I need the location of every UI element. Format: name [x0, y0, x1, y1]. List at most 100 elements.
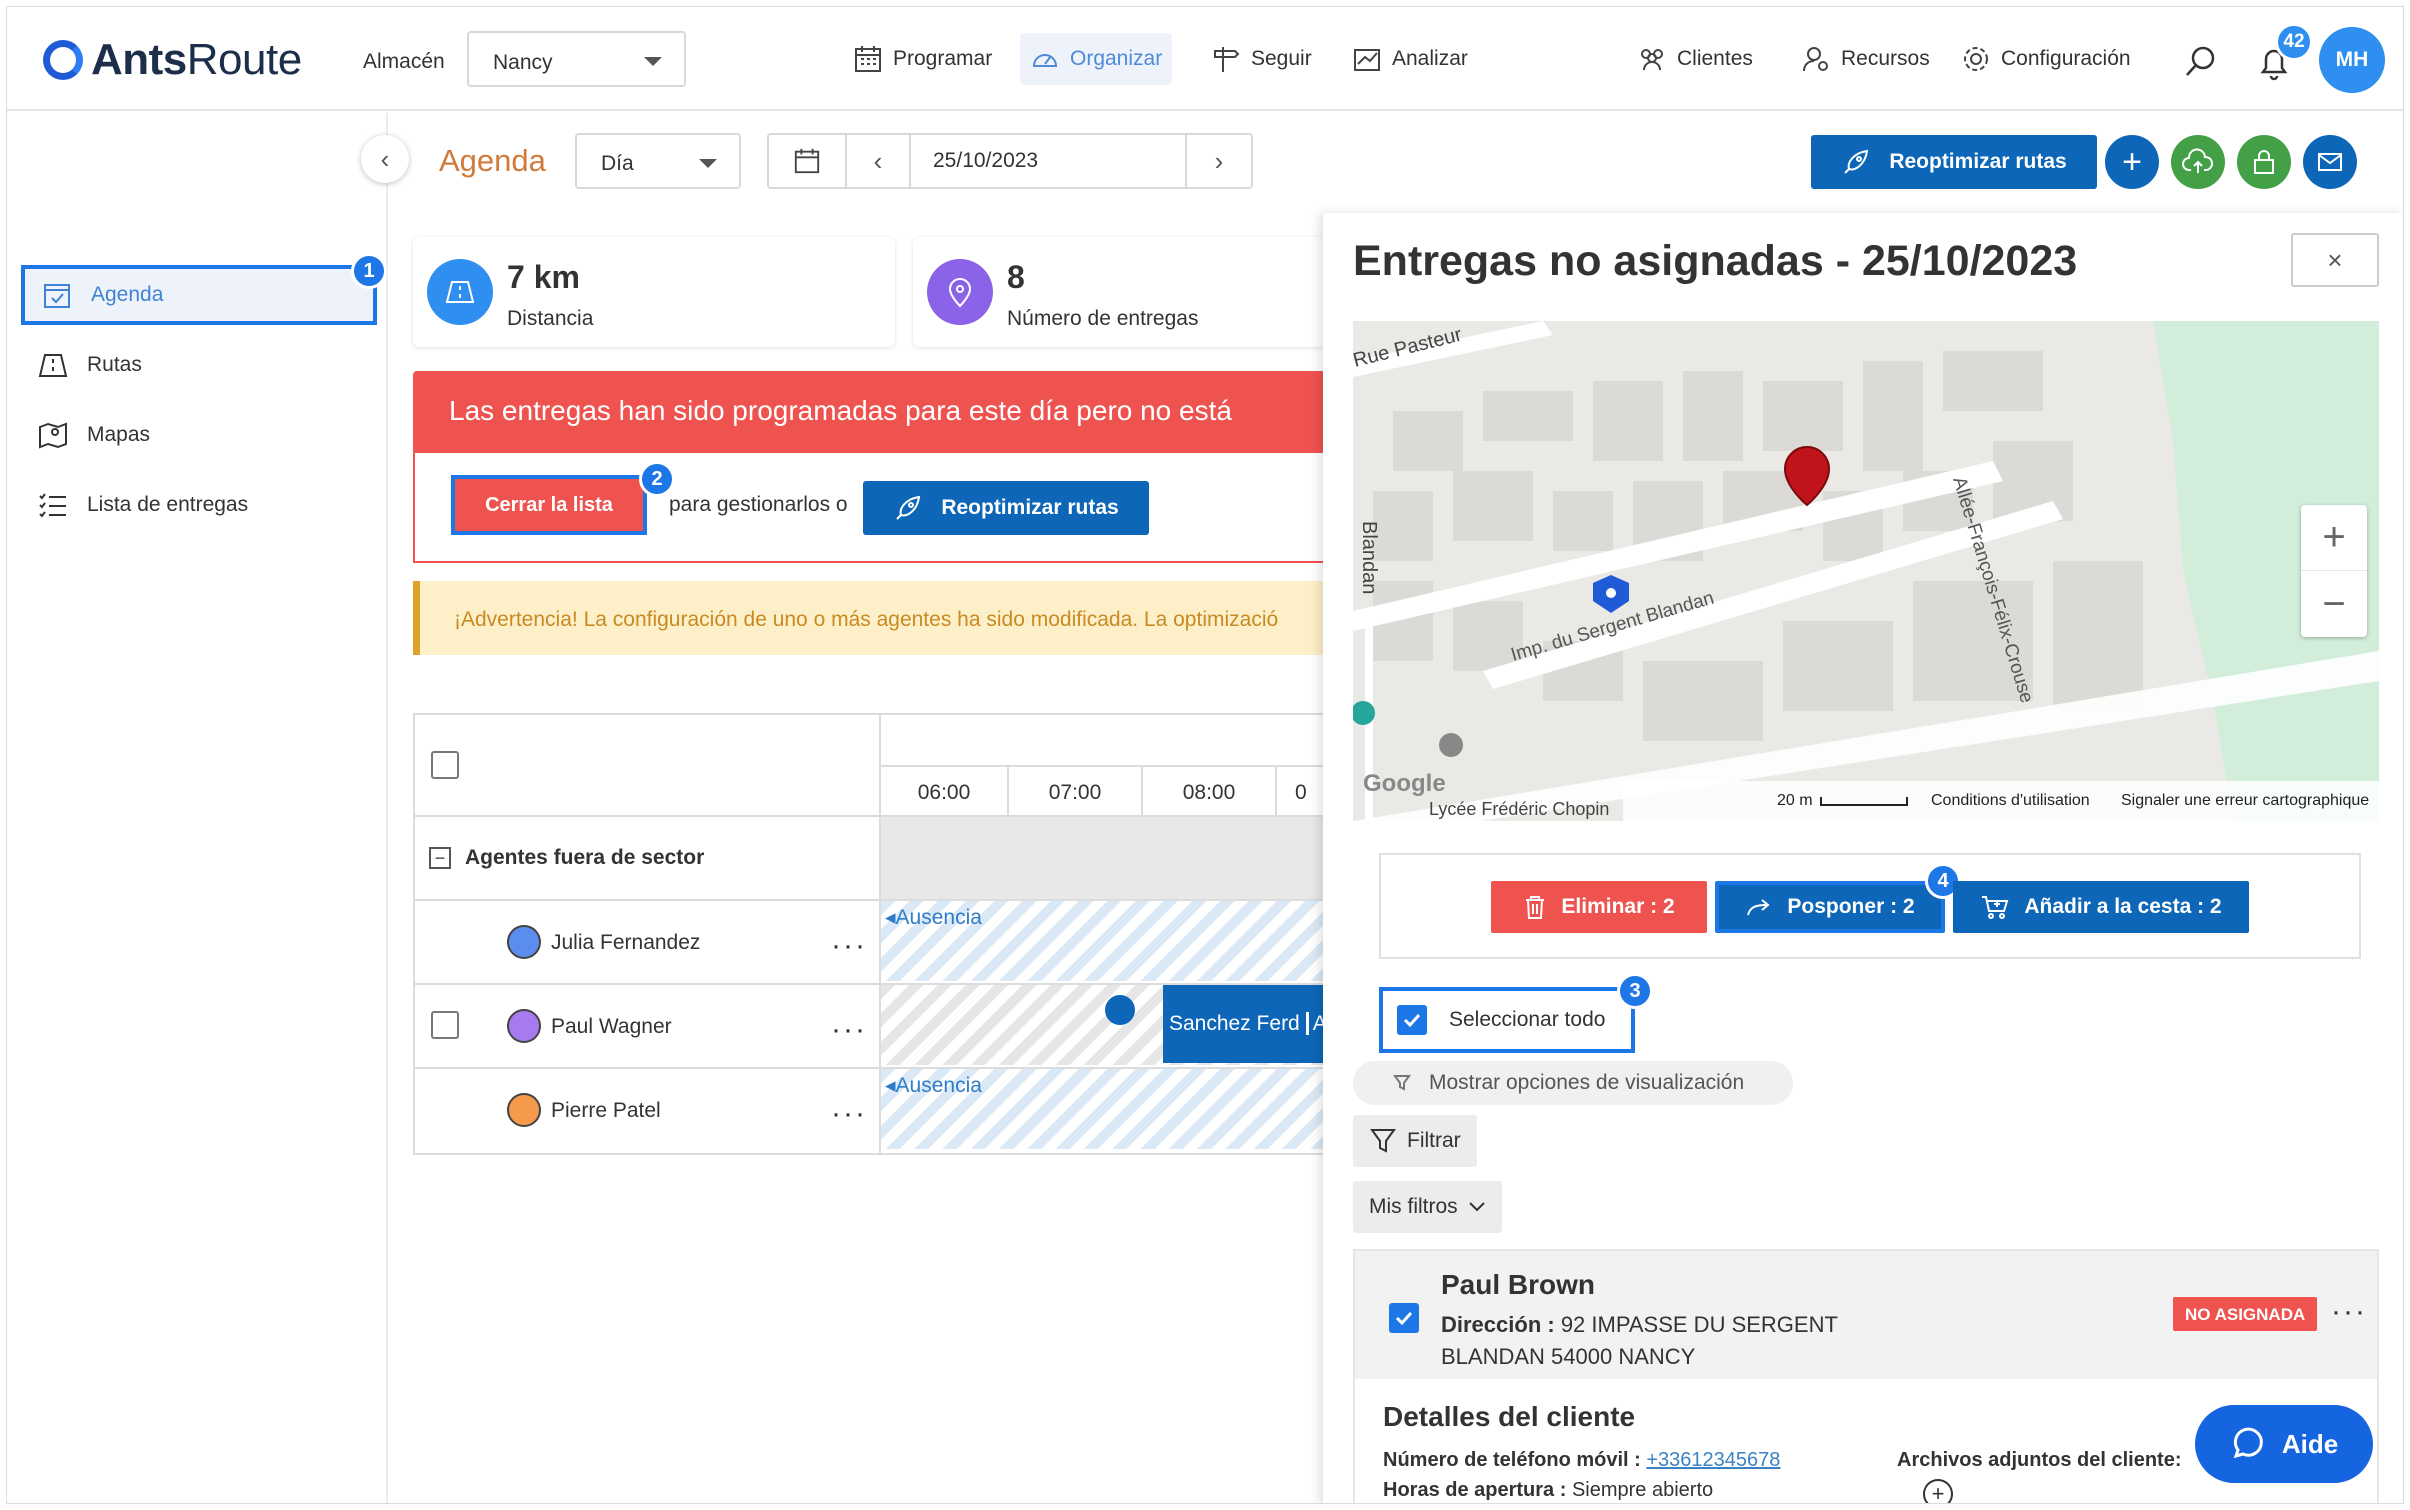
step-badge-3: 3 [1617, 973, 1653, 1009]
collapse-group-icon[interactable]: − [429, 847, 451, 869]
delivery-map[interactable]: Rue Pasteur Imp. du Sergent Blandan Allé… [1353, 321, 2379, 821]
add-to-basket-button[interactable]: Añadir a la cesta : 2 [1953, 881, 2249, 933]
zoom-in-button[interactable]: + [2301, 505, 2367, 571]
close-list-button[interactable]: Cerrar la lista [451, 475, 647, 535]
agent-menu-icon[interactable]: ··· [831, 931, 867, 961]
agent-row[interactable]: Pierre Patel ··· [415, 1069, 881, 1151]
zoom-out-button[interactable]: − [2301, 571, 2367, 637]
delivery-menu-icon[interactable]: ··· [2331, 1297, 2367, 1327]
nav-recursos[interactable]: Recursos [1791, 33, 1940, 85]
location-pin-icon [927, 259, 993, 325]
absence-block[interactable]: ◂Ausencia [881, 1069, 1339, 1149]
reoptimize-routes-button[interactable]: Reoptimizar rutas [1811, 135, 2097, 189]
select-all-checkbox[interactable]: Seleccionar todo [1379, 987, 1635, 1053]
map-terms-link[interactable]: Conditions d'utilisation [1931, 792, 2090, 809]
user-avatar[interactable]: MH [2319, 27, 2385, 93]
warning-strong: ¡Advertencia! [454, 608, 578, 631]
chevron-right-icon: › [1214, 145, 1224, 176]
select-all-label: Seleccionar todo [1449, 1008, 1606, 1031]
calendar-icon [855, 46, 881, 72]
nav-configuracion[interactable]: Configuración [1951, 33, 2141, 85]
agent-row[interactable]: Julia Fernandez ··· [415, 901, 881, 983]
group-timeline [881, 817, 1339, 899]
nav-label: Recursos [1841, 47, 1930, 70]
filter-icon [1393, 1075, 1411, 1091]
next-day-button[interactable]: › [1187, 135, 1251, 187]
notification-count-badge: 42 [2275, 23, 2313, 61]
filter-icon [1370, 1129, 1396, 1153]
filter-button[interactable]: Filtrar [1353, 1115, 1477, 1167]
sidebar-item-lista-entregas[interactable]: Lista de entregas [21, 475, 377, 535]
my-filters-dropdown[interactable]: Mis filtros [1353, 1181, 1502, 1233]
date-value[interactable]: 25/10/2023 [911, 135, 1187, 187]
sidebar-item-rutas[interactable]: Rutas [21, 335, 377, 395]
checkbox-checked-icon [1397, 1005, 1427, 1035]
view-select[interactable]: Día [575, 133, 741, 189]
delete-button[interactable]: Eliminar : 2 [1491, 881, 1707, 933]
delivery-card-header[interactable]: Paul Brown Dirección : 92 IMPASSE DU SER… [1355, 1251, 2377, 1379]
search-icon[interactable] [2183, 45, 2217, 79]
close-icon: × [2327, 244, 2343, 275]
add-attachment-button[interactable]: + [1923, 1479, 1953, 1503]
email-button[interactable] [2303, 135, 2357, 189]
bulk-actions-bar: Eliminar : 2 Posponer : 2 4 Añadir a la … [1379, 853, 2361, 959]
agent-menu-icon[interactable]: ··· [831, 1099, 867, 1129]
collapse-sidebar-button[interactable]: ‹ [361, 135, 409, 183]
caret-down-icon [699, 159, 717, 168]
sidebar-item-agenda[interactable]: Agenda [21, 265, 377, 325]
users-icon [1641, 49, 1663, 71]
nav-seguir[interactable]: Seguir [1201, 33, 1322, 85]
nav-clientes[interactable]: Clientes [1627, 33, 1763, 85]
route-block[interactable]: Sanchez FerdAd [1163, 985, 1339, 1063]
reoptimize-routes-alert-button[interactable]: Reoptimizar rutas [863, 481, 1149, 535]
view-select-value: Día [601, 152, 634, 175]
select-all-agents-checkbox[interactable] [431, 751, 459, 779]
deliveries-count: 8 [1007, 259, 1025, 295]
help-chat-button[interactable]: Aide [2195, 1405, 2373, 1483]
phone-link[interactable]: +33612345678 [1646, 1449, 1780, 1471]
address-line-2: BLANDAN 54000 NANCY [1441, 1344, 1696, 1369]
route-start-marker[interactable] [1105, 995, 1135, 1025]
close-panel-button[interactable]: × [2291, 233, 2379, 287]
agent-checkbox[interactable] [431, 1011, 459, 1039]
agent-menu-icon[interactable]: ··· [831, 1015, 867, 1045]
nav-label: Seguir [1251, 47, 1312, 70]
warehouse-value: Nancy [493, 51, 553, 74]
display-options-toggle[interactable]: Mostrar opciones de visualización [1353, 1061, 1793, 1105]
warehouse-label: Almacén [363, 50, 445, 73]
agent-color-dot [507, 925, 541, 959]
add-button[interactable]: + [2105, 135, 2159, 189]
warehouse-select[interactable]: Nancy [467, 31, 686, 87]
absence-block[interactable]: ◂Ausencia [881, 901, 1339, 981]
cart-icon [1982, 896, 2009, 919]
button-label: Añadir a la cesta : 2 [2024, 895, 2222, 918]
cloud-sync-button[interactable] [2171, 135, 2225, 189]
list-icon [39, 493, 66, 518]
lock-button[interactable] [2237, 135, 2291, 189]
logo-brand: Ants [91, 35, 187, 84]
forward-arrow-icon [1747, 899, 1770, 916]
scheduled-alert-body: Cerrar la lista 2 para gestionarlos o Re… [413, 453, 1337, 563]
agent-row[interactable]: Paul Wagner ··· [415, 985, 881, 1067]
warning-text: La configuración de uno o más agentes ha… [577, 608, 1279, 631]
schedule-grid: 06:00 07:00 08:00 0 − Agentes fuera de s… [413, 713, 1339, 1155]
nav-programar[interactable]: Programar [843, 33, 1002, 85]
deliveries-stat-card: 8 Número de entregas [913, 237, 1343, 347]
calendar-picker-button[interactable] [769, 135, 847, 187]
group-label: Agentes fuera de sector [465, 846, 705, 869]
antsroute-logo[interactable]: Ants Route [43, 35, 302, 85]
postpone-button[interactable]: Posponer : 2 [1715, 881, 1945, 933]
gear-icon [1964, 47, 1988, 71]
resources-icon [1803, 47, 1828, 72]
event-label: Ausencia [895, 1074, 982, 1097]
previous-day-button[interactable]: ‹ [847, 135, 911, 187]
nav-organizar[interactable]: Organizar [1020, 33, 1173, 85]
agent-group-row[interactable]: − Agentes fuera de sector [415, 817, 881, 899]
delivery-checkbox[interactable] [1389, 1303, 1419, 1333]
nav-analizar[interactable]: Analizar [1342, 33, 1478, 85]
distance-label: Distancia [507, 307, 594, 330]
sidebar-item-label: Rutas [87, 353, 142, 376]
distance-stat-card: 7 km Distancia [413, 237, 895, 347]
map-report-link[interactable]: Signaler une erreur cartographique [2121, 792, 2369, 809]
sidebar-item-mapas[interactable]: Mapas [21, 405, 377, 465]
